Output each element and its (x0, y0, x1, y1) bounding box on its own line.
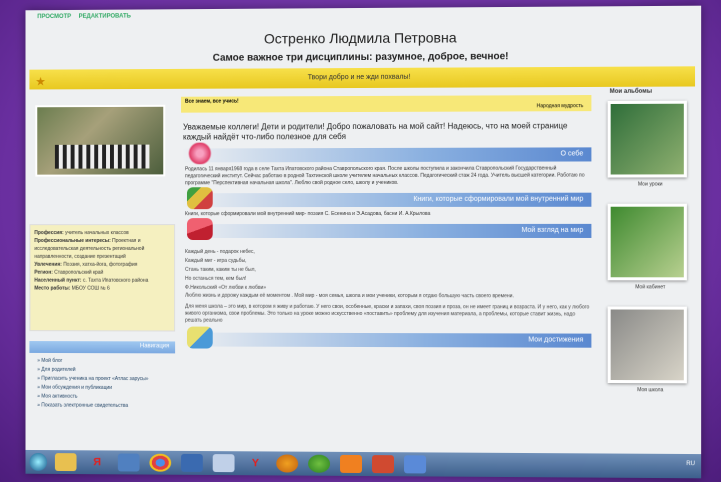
system-tray[interactable]: RU (686, 461, 695, 467)
windows-taskbar: Я Y RU (25, 450, 701, 478)
section-worldview-header: Мой взгляд на мир (181, 224, 591, 238)
window-icon[interactable] (181, 454, 203, 472)
left-column: Профессия: учитель начальных классов Про… (29, 99, 175, 411)
right-column: Мои альбомы Мои уроки Мой кабинет Моя шк… (602, 89, 700, 410)
motto-text: Твори добро и не жди похвалы! (308, 74, 411, 81)
poem-line: Каждый день - подарок небес, (185, 248, 589, 257)
section-books-header: Книги, которые сформировали мой внутренн… (181, 193, 591, 208)
mail-icon[interactable] (213, 454, 235, 472)
section-about-text: Родилась 11 января1968 года в селе Тахта… (181, 161, 591, 187)
students-figure (55, 145, 150, 169)
poem-line: Но останься тем, кем был! (185, 275, 589, 284)
profile-line: Увлечения: Поэзия, хатха-йога, фотографи… (34, 261, 170, 269)
browser-screen: ПРОСМОТР РЕДАКТИРОВАТЬ Остренко Людмила … (25, 6, 701, 479)
yandex-browser-icon[interactable]: Y (244, 454, 266, 472)
album-caption[interactable]: Мой кабинет (602, 284, 700, 290)
image-viewer-icon[interactable] (404, 455, 426, 473)
motto-banner: ★ Твори добро и не жди похвалы! (29, 66, 695, 89)
quote-text: Все знаем, все учись! (185, 99, 239, 105)
start-button[interactable] (29, 453, 47, 471)
albums-title: Мои альбомы (602, 89, 700, 95)
nav-view-link[interactable]: ПРОСМОТР (37, 14, 71, 20)
chat-icon[interactable] (308, 455, 330, 473)
poem-line: Стань таким, каким ты не был, (185, 266, 589, 275)
album-thumb-lessons[interactable] (608, 101, 687, 178)
site-subtitle: Самое важное три дисциплины: разумное, д… (25, 50, 701, 65)
album-caption[interactable]: Мои уроки (602, 181, 700, 187)
album-thumb-school[interactable] (608, 306, 687, 383)
folder-icon[interactable] (55, 453, 77, 471)
class-photo[interactable] (35, 105, 165, 177)
main-content: Все знаем, все учись! Народная мудрость … (181, 95, 591, 348)
site-title: Остренко Людмила Петровна (25, 28, 701, 48)
quote-source: Народная мудрость (537, 103, 584, 109)
profile-line: Регион: Ставропольский край (34, 269, 170, 277)
navigation-box: Навигация » Мой блог » Для родителей » П… (29, 341, 175, 411)
section-books-text: Книги, которые сформировали мой внутренн… (181, 207, 591, 218)
profile-line: Профессиональные интересы: Проектная и и… (34, 237, 170, 261)
paragraph: Для меня школа – это мир, в котором я жи… (185, 304, 589, 326)
paragraph: Люблю жизнь и дорожу каждым её моментом … (185, 293, 589, 301)
paint-roller-icon (187, 218, 213, 240)
navigation-list: » Мой блог » Для родителей » Пригласить … (29, 353, 175, 411)
star-icon: ★ (35, 72, 46, 92)
presentation-icon[interactable] (372, 455, 394, 473)
quote-box: Все знаем, все учись! Народная мудрость (181, 95, 591, 113)
chrome-icon[interactable] (149, 454, 171, 472)
profile-line: Место работы: МБОУ СОШ № 6 (34, 285, 170, 293)
profile-box: Профессия: учитель начальных классов Про… (29, 224, 175, 331)
odnoklassniki-icon[interactable] (340, 455, 362, 473)
profile-line: Профессия: учитель начальных классов (34, 229, 170, 237)
explorer-icon[interactable] (118, 453, 140, 471)
yandex-icon[interactable]: Я (86, 453, 108, 471)
welcome-text: Уважаемые коллеги! Дети и родители! Добр… (181, 121, 591, 142)
nav-edit-link[interactable]: РЕДАКТИРОВАТЬ (79, 14, 131, 20)
navigation-title: Навигация (29, 341, 175, 353)
profile-line: Населенный пункт: с. Тахта Ипатовского р… (34, 277, 170, 285)
checklist-icon (187, 327, 213, 349)
poem-line: Каждый миг - игра судьбы, (185, 257, 589, 266)
nav-item-certificates[interactable]: » Показать электронные свидетельства (37, 401, 175, 411)
books-icon (187, 187, 213, 209)
section-achievements-header: Мои достижения (181, 333, 591, 348)
globe-icon[interactable] (276, 454, 298, 472)
album-caption[interactable]: Моя школа (602, 387, 700, 393)
flower-icon (187, 142, 213, 164)
poem-block: Каждый день - подарок небес, Каждый миг … (181, 238, 591, 326)
album-thumb-classroom[interactable] (608, 204, 687, 281)
section-about-header: О себе (181, 147, 591, 162)
